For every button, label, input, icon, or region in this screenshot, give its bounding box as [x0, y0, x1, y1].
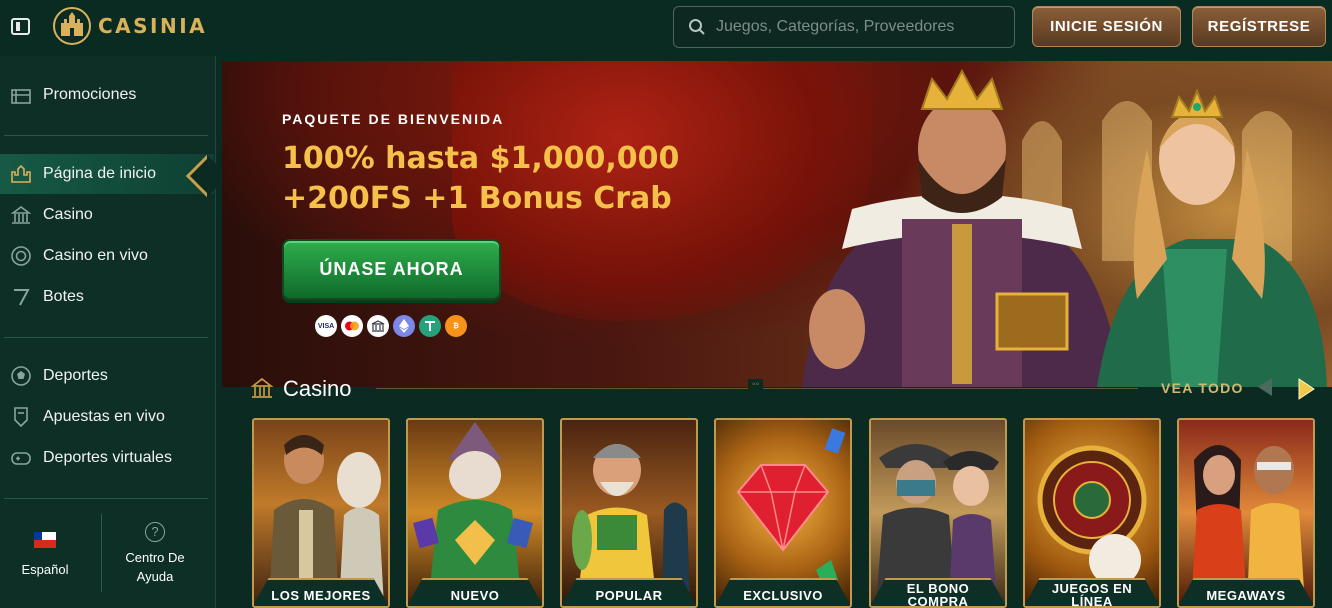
search-icon [689, 19, 705, 35]
category-tile[interactable]: EL BONO COMPRA [869, 418, 1007, 608]
sidebar-toggle-icon[interactable] [11, 18, 30, 35]
chile-flag-icon [34, 532, 56, 548]
see-all-link[interactable]: VEA TODO [1161, 380, 1244, 396]
category-tile[interactable]: POPULAR [560, 418, 698, 608]
section-title: Casino [283, 376, 352, 401]
section-divider [376, 379, 1138, 390]
tile-label: MEGAWAYS [1179, 578, 1313, 606]
mastercard-icon [341, 315, 363, 337]
category-tile[interactable]: MEGAWAYS [1177, 418, 1315, 608]
sidebar-item-casino[interactable]: Casino [0, 195, 214, 235]
category-tile[interactable]: NUEVO [406, 418, 544, 608]
sidebar-item-deportes[interactable]: Deportes [0, 356, 214, 396]
category-tile[interactable]: LOS MEJORES [252, 418, 390, 608]
sidebar-item-label: Apuestas en vivo [43, 408, 165, 425]
category-tile[interactable]: JUEGOS EN LÍNEA [1023, 418, 1161, 608]
sidebar-item-deportes-virtuales[interactable]: Deportes virtuales [0, 438, 214, 478]
top-header: CASINIA INICIE SESIÓN REGÍSTRESE [0, 0, 1332, 56]
building-icon [250, 377, 274, 398]
brand-name: CASINIA [98, 14, 208, 38]
tile-label: NUEVO [408, 578, 542, 606]
sidebar-item-casino-en-vivo[interactable]: Casino en vivo [0, 236, 214, 276]
sidebar-item-promociones[interactable]: Promociones [0, 75, 214, 115]
building-icon [10, 206, 32, 224]
seven-icon [14, 289, 30, 306]
sidebar-item-label: Casino [43, 206, 93, 223]
castle-logo-icon [53, 7, 91, 45]
hero-title-line: 100% hasta $1,000,000 [282, 141, 680, 176]
language-selector[interactable]: Español [10, 532, 80, 577]
language-label: Español [21, 562, 69, 577]
soccer-ball-icon [11, 366, 31, 386]
sidebar-divider [4, 337, 208, 338]
sidebar: Promociones Página de inicio Casino Casi… [0, 56, 216, 608]
ethereum-icon [393, 315, 415, 337]
queen-illustration [1097, 89, 1327, 387]
hero-title-line: +200FS +1 Bonus Crab [282, 181, 672, 216]
sidebar-divider [4, 498, 208, 499]
visa-icon: VISA [315, 315, 337, 337]
sidebar-item-label: Casino en vivo [43, 247, 148, 264]
hero-tagline: PAQUETE DE BIENVENIDA [282, 111, 505, 127]
footer-separator [101, 514, 102, 592]
gift-icon [11, 89, 31, 104]
category-tile[interactable]: EXCLUSIVO [714, 418, 852, 608]
tile-label: EL BONO COMPRA [871, 578, 1005, 606]
sidebar-item-label: Página de inicio [43, 165, 156, 182]
question-icon: ? [145, 522, 165, 542]
hero-title: 100% hasta $1,000,000 +200FS +1 Bonus Cr… [282, 139, 722, 219]
chip-icon [11, 246, 31, 266]
sidebar-item-botes[interactable]: Botes [0, 277, 214, 317]
join-now-button[interactable]: ÚNASE AHORA [282, 239, 501, 300]
search-input[interactable] [716, 18, 996, 36]
sidebar-item-label: Botes [43, 288, 84, 305]
help-center-link[interactable]: ? Centro De Ayuda [110, 522, 200, 586]
register-button[interactable]: REGÍSTRESE [1192, 6, 1326, 47]
sidebar-item-inicio[interactable]: Página de inicio [0, 154, 214, 194]
tile-label: POPULAR [562, 578, 696, 606]
sidebar-footer: Español ? Centro De Ayuda [0, 514, 214, 608]
tether-icon [419, 315, 441, 337]
carousel-next-icon[interactable] [1292, 376, 1318, 402]
sidebar-item-label: Promociones [43, 86, 137, 103]
search-box[interactable] [673, 6, 1015, 48]
sidebar-item-label: Deportes [43, 367, 108, 384]
hero-banner[interactable]: PAQUETE DE BIENVENIDA 100% hasta $1,000,… [222, 61, 1332, 387]
casino-section-header: Casino VEA TODO [250, 372, 1332, 406]
tile-label: JUEGOS EN LÍNEA [1025, 578, 1159, 606]
gamepad-icon [11, 452, 31, 465]
login-button[interactable]: INICIE SESIÓN [1032, 6, 1181, 47]
sidebar-divider [4, 135, 208, 136]
help-label: Centro De Ayuda [125, 550, 185, 584]
bank-icon [367, 315, 389, 337]
castle-icon [11, 164, 31, 183]
live-bet-icon [14, 407, 28, 428]
sidebar-item-label: Deportes virtuales [43, 449, 172, 466]
carousel-prev-icon[interactable] [1258, 378, 1272, 396]
logo[interactable]: CASINIA [52, 6, 207, 46]
tile-label: LOS MEJORES [254, 578, 388, 606]
bitcoin-icon: ₿ [445, 315, 467, 337]
sidebar-item-apuestas-en-vivo[interactable]: Apuestas en vivo [0, 397, 214, 437]
tile-label: EXCLUSIVO [716, 578, 850, 606]
payment-methods: VISA ₿ [315, 315, 467, 337]
